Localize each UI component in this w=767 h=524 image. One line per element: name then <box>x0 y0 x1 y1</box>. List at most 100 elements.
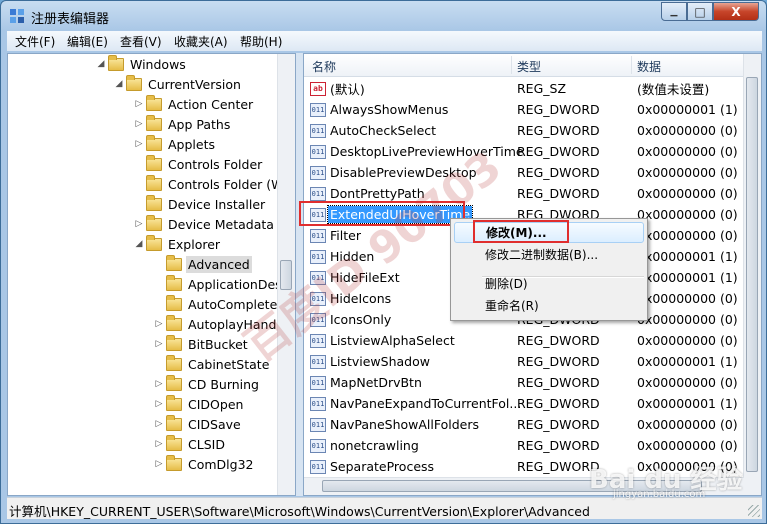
value-name: AlwaysShowMenus <box>330 102 449 117</box>
expand-arrow-icon[interactable]: ▷ <box>134 99 144 109</box>
column-divider[interactable] <box>511 56 512 74</box>
expand-arrow-icon[interactable]: ▷ <box>154 319 164 329</box>
tree-item[interactable]: ▷ AutoplayHandle <box>154 314 290 334</box>
tree-item[interactable]: ▷ CD Burning <box>154 374 261 394</box>
folder-icon <box>146 174 162 191</box>
value-name: nonetcrawling <box>330 438 419 453</box>
value-type: REG_DWORD <box>517 354 600 369</box>
tree-item[interactable]: ▷ Applets <box>134 134 217 154</box>
tree-item[interactable]: ▷ Device Metadata <box>134 214 276 234</box>
expand-arrow-icon[interactable]: ▷ <box>134 219 144 229</box>
expand-arrow-icon[interactable]: ▷ <box>154 459 164 469</box>
tree-item[interactable]: ApplicationDestin <box>154 274 295 294</box>
tree-item-label: CabinetState <box>188 356 270 372</box>
tree-item-label: AutoplayHandle <box>188 316 288 332</box>
binary-value-icon: 011 <box>310 417 326 432</box>
maximize-button[interactable]: □ <box>687 2 713 21</box>
folder-icon <box>166 274 182 291</box>
context-modify-binary[interactable]: 修改二进制数据(B)... <box>454 244 644 265</box>
column-type-header[interactable]: 类型 <box>517 58 541 75</box>
menu-edit[interactable]: 编辑(E) <box>67 33 108 50</box>
context-delete[interactable]: 删除(D) <box>454 273 644 294</box>
key-tree-pane[interactable]: ◢ Windows ◢ CurrentVersion ▷ Action Center ▷ Ap… <box>7 53 296 496</box>
value-row[interactable]: 011 MapNetDrvBtn REG_DWORD 0x00000000 (0) <box>304 372 744 393</box>
value-row[interactable]: 011 DisablePreviewDesktop REG_DWORD 0x00000… <box>304 162 744 183</box>
tree-item-label: App Paths <box>168 116 231 132</box>
menu-file[interactable]: 文件(F) <box>15 33 55 50</box>
value-row[interactable]: 011 AutoCheckSelect REG_DWORD 0x00000000 (0… <box>304 120 744 141</box>
tree-item[interactable]: ◢ Explorer <box>134 234 222 254</box>
resize-grip-icon[interactable] <box>748 505 760 517</box>
tree-item[interactable]: ▷ App Paths <box>134 114 232 134</box>
binary-value-icon: 011 <box>310 312 326 327</box>
minimize-icon: ▁ <box>670 6 678 17</box>
value-data: 0x00000001 (1) <box>637 270 738 285</box>
tree-item[interactable]: ◢ CurrentVersion <box>114 74 243 94</box>
tree-item[interactable]: AutoComplete <box>154 294 279 314</box>
expand-arrow-icon[interactable]: ▷ <box>154 419 164 429</box>
value-row[interactable]: 011 ListviewAlphaSelect REG_DWORD 0x0000000… <box>304 330 744 351</box>
minimize-button[interactable]: ▁ <box>661 2 687 21</box>
collapse-arrow-icon[interactable]: ◢ <box>96 59 106 69</box>
value-data: 0x00000000 (0) <box>637 417 738 432</box>
expand-arrow-icon[interactable]: ▷ <box>154 379 164 389</box>
context-rename[interactable]: 重命名(R) <box>454 295 644 316</box>
values-vertical-scrollbar[interactable] <box>743 54 761 495</box>
folder-icon <box>146 134 162 151</box>
tree-item-label: BitBucket <box>188 336 248 352</box>
value-type: REG_DWORD <box>517 333 600 348</box>
values-scroll-thumb[interactable] <box>746 77 758 472</box>
expand-arrow-icon[interactable]: ▷ <box>154 339 164 349</box>
collapse-arrow-icon[interactable]: ◢ <box>114 79 124 89</box>
value-name: NavPaneShowAllFolders <box>330 417 480 432</box>
tree-item[interactable]: Controls Folder <box>134 154 264 174</box>
binary-value-icon: 011 <box>310 354 326 369</box>
column-name-header[interactable]: 名称 <box>312 58 336 75</box>
collapse-arrow-icon[interactable]: ◢ <box>134 239 144 249</box>
tree-item[interactable]: ▷ ComDlg32 <box>154 454 256 474</box>
pane-splitter[interactable] <box>296 53 303 496</box>
tree-item[interactable]: Advanced <box>154 254 252 274</box>
value-row[interactable]: 011 NavPaneExpandToCurrentFol... REG_DWORD… <box>304 393 744 414</box>
folder-icon <box>146 114 162 131</box>
tree-scroll-thumb[interactable] <box>280 260 292 290</box>
value-row[interactable]: ab (默认) REG_SZ (数值未设置) <box>304 78 744 99</box>
menu-bar: 文件(F) 编辑(E) 查看(V) 收藏夹(A) 帮助(H) <box>7 31 762 51</box>
value-row[interactable]: 011 NavPaneShowAllFolders REG_DWORD 0x00000… <box>304 414 744 435</box>
tree-item[interactable]: Device Installer <box>134 194 267 214</box>
tree-item[interactable]: ▷ CIDSave <box>154 414 243 434</box>
value-row[interactable]: 011 ListviewShadow REG_DWORD 0x00000001 (1) <box>304 351 744 372</box>
menu-favorites[interactable]: 收藏夹(A) <box>174 33 228 50</box>
column-divider[interactable] <box>631 56 632 74</box>
value-data: 0x00000000 (0) <box>637 144 738 159</box>
value-row[interactable]: 011 DesktopLivePreviewHoverTime REG_DWORD 0… <box>304 141 744 162</box>
expand-arrow-icon[interactable]: ▷ <box>134 139 144 149</box>
title-bar[interactable]: 注册表编辑器 ▁ □ X <box>1 1 766 31</box>
tree-item[interactable]: ◢ Windows <box>96 54 188 74</box>
registry-editor-window: 注册表编辑器 ▁ □ X 文件(F) 编辑(E) 查看(V) 收藏夹(A) 帮助… <box>0 0 767 524</box>
tree-item[interactable]: ▷ Action Center <box>134 94 255 114</box>
regedit-icon <box>10 9 24 23</box>
value-name: HideIcons <box>330 291 392 306</box>
expand-arrow-icon[interactable]: ▷ <box>154 439 164 449</box>
value-type: REG_DWORD <box>517 144 600 159</box>
tree-item-label: Device Metadata <box>168 216 274 232</box>
menu-view[interactable]: 查看(V) <box>120 33 162 50</box>
tree-item[interactable]: CabinetState <box>154 354 271 374</box>
menu-help[interactable]: 帮助(H) <box>240 33 282 50</box>
close-button[interactable]: X <box>713 2 759 21</box>
value-name: Filter <box>330 228 361 243</box>
tree-item[interactable]: ▷ BitBucket <box>154 334 250 354</box>
value-data: 0x00000000 (0) <box>637 165 738 180</box>
tree-item[interactable]: Controls Folder (Wo <box>134 174 292 194</box>
value-name: NavPaneExpandToCurrentFol... <box>330 396 522 411</box>
column-data-header[interactable]: 数据 <box>637 58 661 75</box>
tree-item[interactable]: ▷ CLSID <box>154 434 227 454</box>
expand-arrow-icon[interactable]: ▷ <box>134 119 144 129</box>
expand-arrow-icon[interactable]: ▷ <box>154 399 164 409</box>
value-type: REG_DWORD <box>517 165 600 180</box>
value-row[interactable]: 011 nonetcrawling REG_DWORD 0x00000000 (0) <box>304 435 744 456</box>
tree-item[interactable]: ▷ CIDOpen <box>154 394 245 414</box>
value-row[interactable]: 011 AlwaysShowMenus REG_DWORD 0x00000001 (1… <box>304 99 744 120</box>
tree-vertical-scrollbar[interactable] <box>277 54 295 495</box>
